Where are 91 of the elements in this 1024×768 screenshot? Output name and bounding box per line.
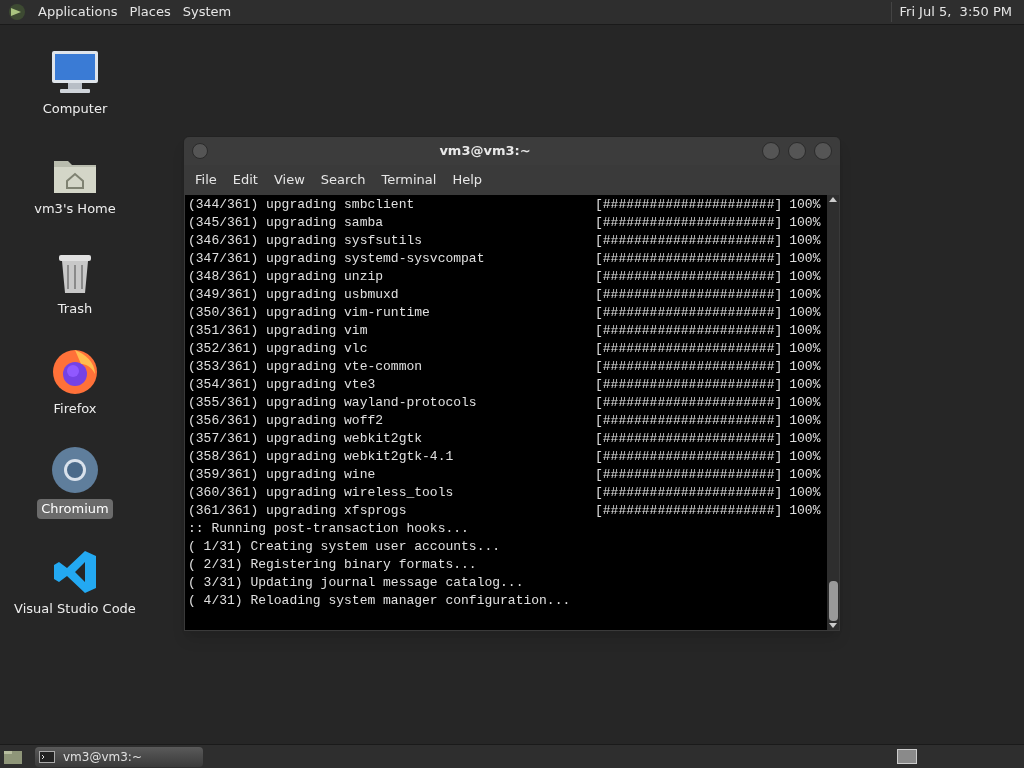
terminal-line: (358/361) upgrading webkit2gtk-4.1	[188, 448, 455, 466]
progress-text: [######################]	[595, 214, 783, 232]
percent-text: 100%	[789, 484, 821, 502]
progress-text: [######################]	[595, 340, 783, 358]
progress-text: [######################]	[595, 430, 783, 448]
panel-menu[interactable]: Places	[129, 2, 171, 22]
terminal-line: (353/361) upgrading vte-common	[188, 358, 424, 376]
terminal-line: (345/361) upgrading samba	[188, 214, 385, 232]
desktop-icon-label[interactable]: Computer	[38, 99, 112, 119]
percent-text: 100%	[789, 322, 821, 340]
percent-text: 100%	[789, 232, 821, 250]
terminal-line: (350/361) upgrading vim-runtime	[188, 304, 431, 322]
desktop-icon-label[interactable]: Chromium	[37, 499, 113, 519]
terminal-line: :: Running post-transaction hooks...	[188, 521, 469, 536]
terminal-line: (356/361) upgrading woff2	[188, 412, 385, 430]
scrollbar[interactable]	[827, 195, 839, 630]
progress-text: [######################]	[595, 322, 783, 340]
progress-text: [######################]	[595, 412, 783, 430]
clock[interactable]: Fri Jul 5, 3:50 PM	[890, 2, 1012, 22]
percent-text: 100%	[789, 250, 821, 268]
menu-item[interactable]: Search	[312, 170, 374, 190]
progress-text: [######################]	[595, 286, 783, 304]
browser-icon	[51, 347, 99, 395]
percent-text: 100%	[789, 358, 821, 376]
terminal-line: (359/361) upgrading wine	[188, 466, 377, 484]
menu-item[interactable]: File	[187, 170, 225, 190]
terminal-icon	[39, 750, 55, 763]
progress-text: [######################]	[595, 502, 783, 520]
terminal-line: ( 2/31) Registering binary formats...	[188, 557, 477, 572]
terminal-line: (352/361) upgrading vlc	[188, 340, 369, 358]
maximize-button[interactable]	[788, 142, 806, 160]
percent-text: 100%	[789, 340, 821, 358]
percent-text: 100%	[789, 376, 821, 394]
progress-text: [######################]	[595, 376, 783, 394]
terminal-line: (347/361) upgrading systemd-sysvcompat	[188, 250, 486, 268]
terminal-line: (351/361) upgrading vim	[188, 322, 369, 340]
progress-text: [######################]	[595, 304, 783, 322]
percent-text: 100%	[789, 466, 821, 484]
desktop-icon-label[interactable]: Trash	[53, 299, 97, 319]
percent-text: 100%	[789, 430, 821, 448]
browser-icon	[50, 445, 100, 495]
scrollbar-thumb[interactable]	[828, 581, 838, 621]
percent-text: 100%	[789, 286, 821, 304]
percent-text: 100%	[789, 394, 821, 412]
percent-text: 100%	[789, 196, 821, 214]
desktop-icon-label[interactable]: Firefox	[49, 399, 101, 419]
panel-menu[interactable]: Applications	[38, 2, 118, 22]
menu-item[interactable]: Terminal	[373, 170, 445, 190]
taskbar-window-button[interactable]: vm3@vm3:~	[35, 746, 203, 767]
progress-text: [######################]	[595, 232, 783, 250]
menu-item[interactable]: View	[265, 170, 313, 190]
percent-text: 100%	[789, 502, 821, 520]
code-editor-icon	[52, 549, 98, 595]
terminal-line: (361/361) upgrading xfsprogs	[188, 502, 408, 520]
panel-menu[interactable]: System	[182, 2, 232, 22]
workspace-switcher[interactable]	[897, 749, 917, 764]
desktop-icon-label[interactable]: Visual Studio Code	[10, 599, 140, 619]
progress-text: [######################]	[595, 358, 783, 376]
progress-text: [######################]	[595, 484, 783, 502]
show-desktop-icon[interactable]	[3, 748, 23, 765]
terminal-line: (348/361) upgrading unzip	[188, 268, 385, 286]
percent-text: 100%	[789, 412, 821, 430]
terminal-line: ( 3/31) Updating journal message catalog...	[188, 575, 524, 590]
progress-text: [######################]	[595, 394, 783, 412]
percent-text: 100%	[789, 304, 821, 322]
window-title: vm3@vm3:~	[438, 142, 532, 161]
progress-text: [######################]	[595, 448, 783, 466]
terminal-line: (360/361) upgrading wireless_tools	[188, 484, 455, 502]
progress-text: [######################]	[595, 268, 783, 286]
percent-text: 100%	[789, 214, 821, 232]
close-button[interactable]	[814, 142, 832, 160]
terminal-line: (354/361) upgrading vte3	[188, 376, 377, 394]
minimize-button[interactable]	[762, 142, 780, 160]
progress-text: [######################]	[595, 466, 783, 484]
menu-item[interactable]: Edit	[224, 170, 266, 190]
distro-logo-icon	[8, 3, 26, 21]
progress-text: [######################]	[595, 196, 783, 214]
window-menu-button[interactable]	[192, 143, 208, 159]
percent-text: 100%	[789, 268, 821, 286]
terminal-line: (349/361) upgrading usbmuxd	[188, 286, 400, 304]
terminal-line: ( 1/31) Creating system user accounts...	[188, 539, 501, 554]
terminal-line: (355/361) upgrading wayland-protocols	[188, 394, 478, 412]
terminal-line: ( 4/31) Reloading system manager configuration...	[188, 593, 571, 608]
computer-icon	[50, 49, 100, 95]
terminal-line: (344/361) upgrading smbclient	[188, 196, 416, 214]
desktop-icon-label[interactable]: vm3's Home	[30, 199, 120, 219]
terminal-line: (357/361) upgrading webkit2gtk	[188, 430, 424, 448]
progress-text: [######################]	[595, 250, 783, 268]
menu-item[interactable]: Help	[444, 170, 491, 190]
percent-text: 100%	[789, 448, 821, 466]
terminal-line: (346/361) upgrading sysfsutils	[188, 232, 424, 250]
